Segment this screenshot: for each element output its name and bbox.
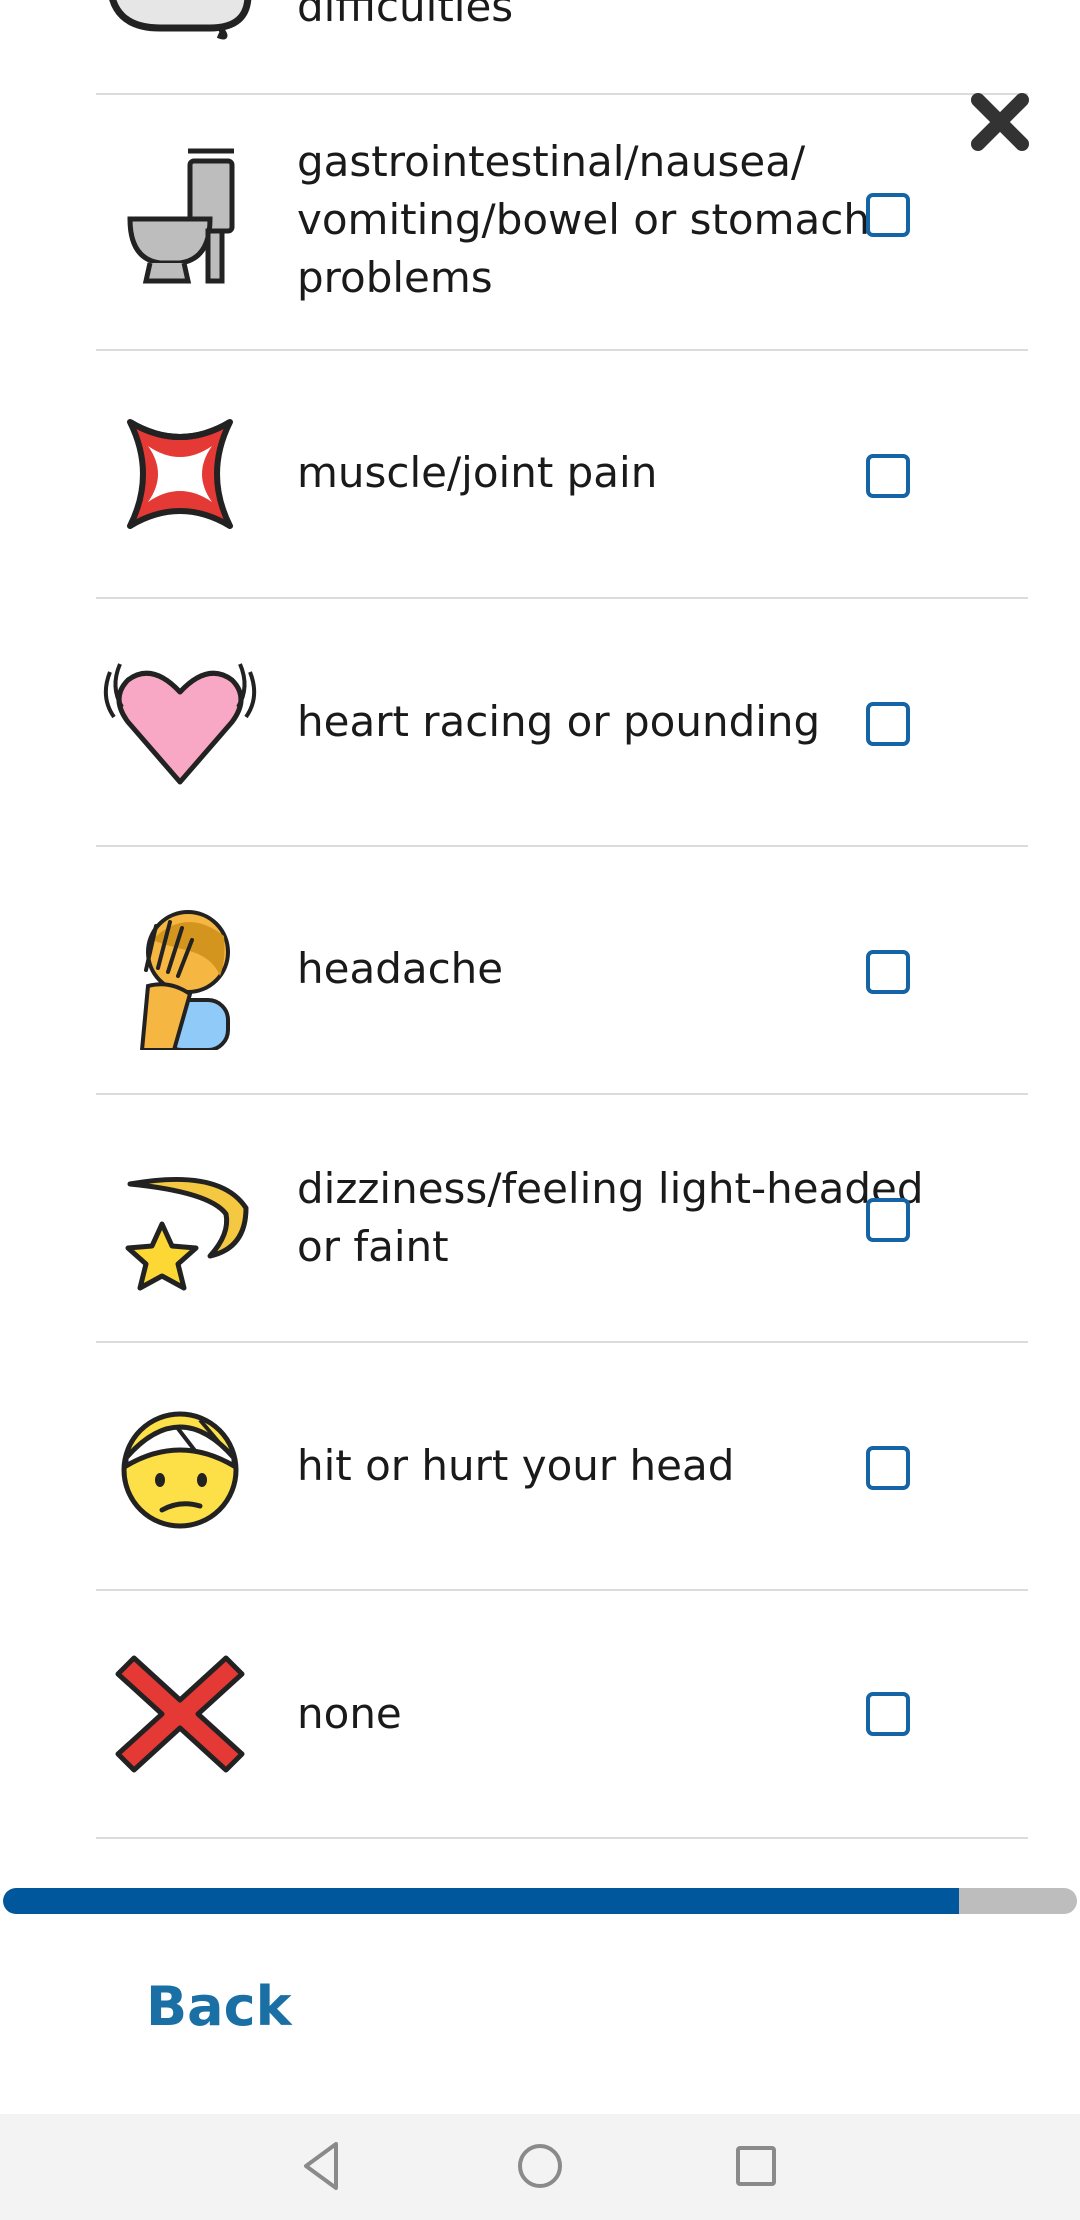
item-label: none: [297, 1689, 402, 1738]
toilet-icon: [127, 148, 235, 284]
list-item-gastrointestinal[interactable]: gastrointestinal/nausea/ vomiting/bowel …: [96, 93, 1028, 351]
beating-heart-icon: [103, 663, 257, 785]
facepalm-person-icon: [139, 910, 230, 1050]
progress-fill: [3, 1888, 959, 1914]
dizzy-star-icon: [125, 1177, 249, 1291]
cross-mark-icon: [115, 1655, 245, 1773]
item-label: muscle/joint pain: [297, 448, 658, 497]
item-label: heart racing or pounding: [297, 697, 821, 746]
speech-bubble-icon: [109, 0, 252, 40]
progress-bar: [3, 1888, 1077, 1914]
nav-recents-icon[interactable]: [726, 2136, 786, 2196]
list-item-none[interactable]: none: [96, 1591, 1028, 1839]
list-item-partial: difficulties: [96, 0, 1028, 95]
symptom-list: gastrointestinal/nausea/ vomiting/bowel …: [96, 93, 1028, 1839]
list-item-heart-racing[interactable]: heart racing or pounding: [96, 599, 1028, 847]
item-checkbox[interactable]: [866, 193, 910, 237]
nav-back-icon[interactable]: [292, 2136, 352, 2196]
symptom-checklist-page: difficulties gastrointestinal/nausea/ vo…: [0, 0, 1080, 2220]
item-checkbox[interactable]: [866, 1446, 910, 1490]
list-item-head-injury[interactable]: hit or hurt your head: [96, 1343, 1028, 1591]
partial-item-label: difficulties: [297, 0, 514, 31]
item-label: dizziness/feeling light-headed or faint: [297, 1164, 924, 1271]
item-checkbox[interactable]: [866, 1692, 910, 1736]
head-bandage-face-icon: [121, 1411, 239, 1529]
item-label: hit or hurt your head: [297, 1441, 735, 1490]
list-item-headache[interactable]: headache: [96, 847, 1028, 1095]
list-item-dizziness[interactable]: dizziness/feeling light-headed or faint: [96, 1095, 1028, 1343]
list-item-muscle-joint-pain[interactable]: muscle/joint pain: [96, 351, 1028, 599]
item-checkbox[interactable]: [866, 702, 910, 746]
anger-symbol-icon: [127, 419, 233, 529]
nav-home-icon[interactable]: [510, 2136, 570, 2196]
item-checkbox[interactable]: [866, 454, 910, 498]
back-button[interactable]: Back: [146, 1975, 292, 2038]
system-nav-bar: [0, 2114, 1080, 2220]
item-checkbox[interactable]: [866, 950, 910, 994]
item-label: headache: [297, 944, 504, 993]
item-checkbox[interactable]: [866, 1198, 910, 1242]
item-label: gastrointestinal/nausea/ vomiting/bowel …: [297, 137, 870, 302]
